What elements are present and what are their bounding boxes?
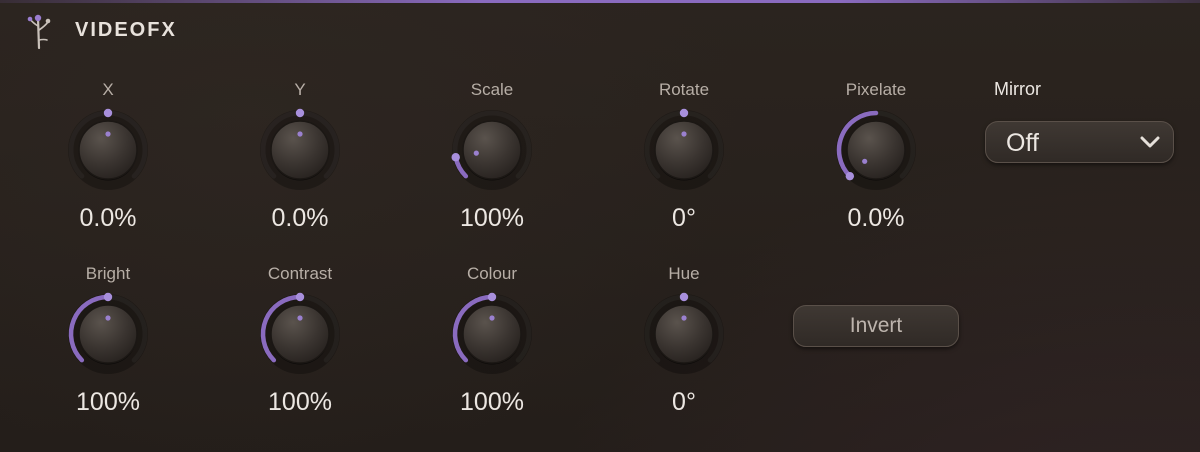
videofx-panel: VIDEOFX X 0.0% Y 0.0% Scale 100% Rotate … (0, 0, 1200, 452)
knob-pointer-dot (862, 158, 868, 164)
knob-value: 100% (268, 388, 332, 416)
knob-indicator-dot (103, 292, 113, 302)
scale-knob[interactable] (442, 100, 542, 200)
invert-button[interactable]: Invert (793, 305, 959, 347)
knob-body (654, 120, 714, 180)
contrast-knob[interactable] (250, 284, 350, 384)
knob-control-scale: Scale 100% (412, 80, 572, 240)
knob-label: Contrast (267, 264, 333, 283)
knob-control-contrast: Contrast 100% (220, 264, 380, 424)
knob-indicator-dot (487, 292, 497, 302)
knob-label: Scale (470, 80, 514, 99)
knob-control-colour: Colour 100% (412, 264, 572, 424)
knob-control-x: X 0.0% (28, 80, 188, 240)
knob-indicator-dot (103, 108, 113, 118)
knob-body (78, 120, 138, 180)
colour-knob[interactable] (442, 284, 542, 384)
knob-value: 0.0% (271, 204, 329, 232)
knob-body (462, 120, 522, 180)
knob-value: 0.0% (79, 204, 137, 232)
x-knob[interactable] (58, 100, 158, 200)
knob-pointer-dot (105, 315, 111, 321)
knob-label: Y (294, 80, 306, 99)
knob-pointer-dot (297, 131, 303, 137)
rotate-knob[interactable] (634, 100, 734, 200)
bright-knob[interactable] (58, 284, 158, 384)
knob-control-rotate: Rotate 0° (604, 80, 764, 240)
knob-control-y: Y 0.0% (220, 80, 380, 240)
chevron-down-icon (1140, 136, 1160, 148)
knob-value: 0.0% (847, 204, 905, 232)
plant-logo-icon (27, 14, 51, 50)
mirror-dropdown[interactable]: Off (985, 121, 1174, 163)
top-accent-bar (0, 0, 1200, 3)
knob-label: Rotate (658, 80, 710, 99)
knob-indicator-dot (679, 292, 689, 302)
pixelate-knob[interactable] (826, 100, 926, 200)
knob-value: 100% (76, 388, 140, 416)
knob-pointer-dot (681, 315, 687, 321)
knob-value: 0° (672, 204, 696, 232)
knob-label: X (102, 80, 114, 99)
knob-value: 0° (672, 388, 696, 416)
knob-indicator-dot (295, 292, 305, 302)
knob-control-bright: Bright 100% (28, 264, 188, 424)
knob-body (270, 120, 330, 180)
knob-body (270, 304, 330, 364)
knob-pointer-dot (105, 131, 111, 137)
hue-knob[interactable] (634, 284, 734, 384)
app-title: VIDEOFX (75, 19, 177, 41)
knob-indicator-dot (295, 108, 305, 118)
knob-label: Hue (668, 264, 700, 283)
knob-indicator-dot (845, 171, 855, 181)
mirror-selected-value: Off (1006, 129, 1039, 157)
knob-value: 100% (460, 204, 524, 232)
knob-label: Pixelate (845, 80, 907, 99)
knob-label: Colour (466, 264, 518, 283)
knob-value: 100% (460, 388, 524, 416)
knob-label: Bright (85, 264, 131, 283)
knob-pointer-dot (297, 315, 303, 321)
knob-body (462, 304, 522, 364)
knob-control-hue: Hue 0° (604, 264, 764, 424)
knob-body (78, 304, 138, 364)
knob-body (654, 304, 714, 364)
knob-control-pixelate: Pixelate 0.0% (796, 80, 956, 240)
knob-body (846, 120, 906, 180)
mirror-label: Mirror (994, 79, 1041, 99)
knob-pointer-dot (681, 131, 687, 137)
knob-pointer-dot (489, 315, 495, 321)
y-knob[interactable] (250, 100, 350, 200)
knob-indicator-dot (451, 153, 460, 162)
knob-indicator-dot (679, 108, 689, 118)
knob-pointer-dot (473, 150, 479, 156)
